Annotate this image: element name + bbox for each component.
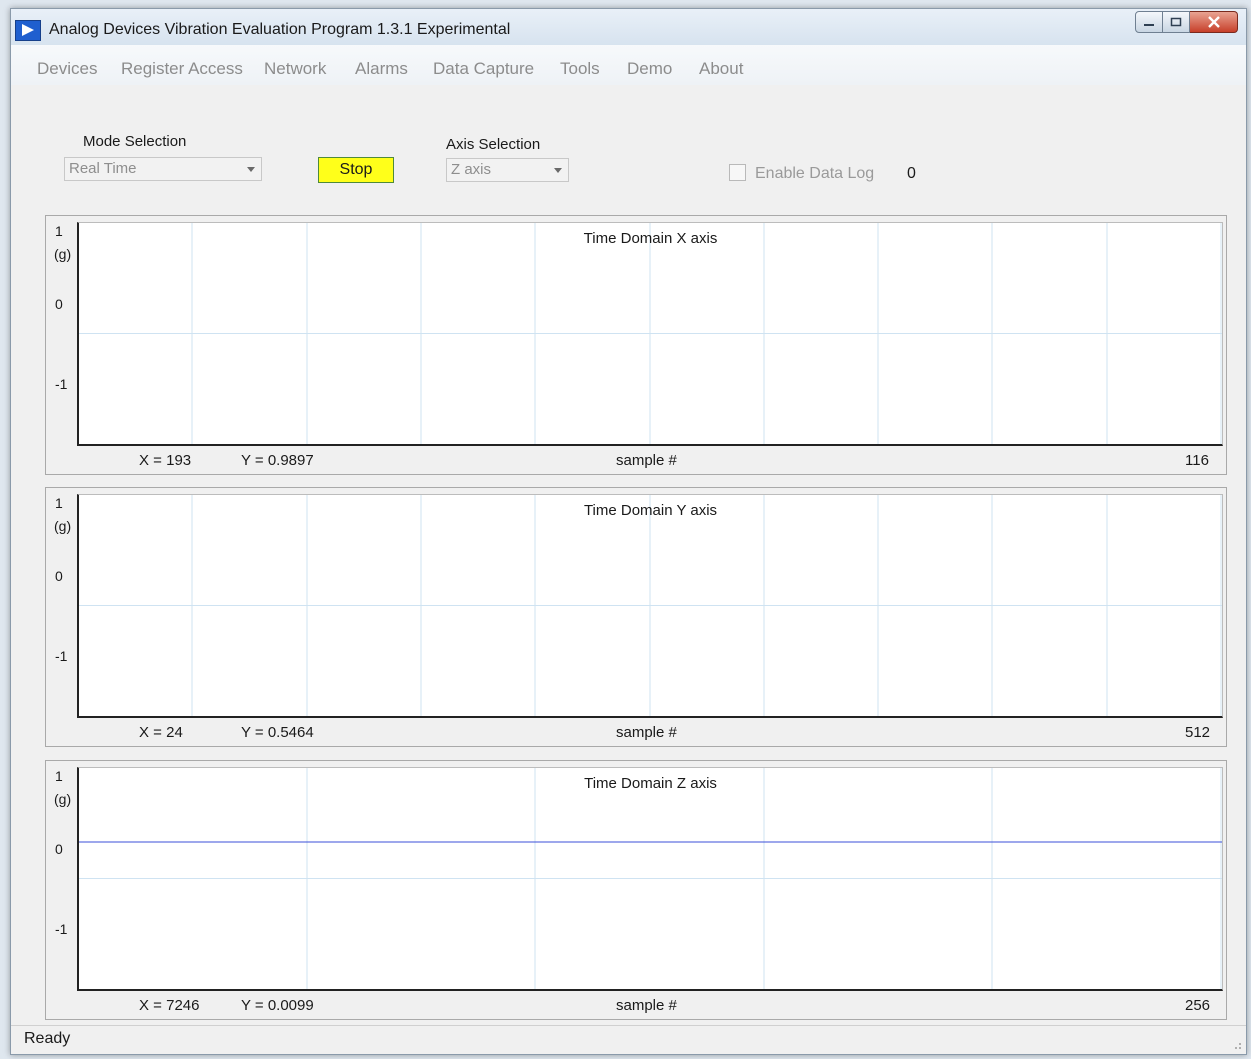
status-bar: Ready bbox=[11, 1025, 1246, 1054]
resize-grip-icon[interactable] bbox=[1232, 1040, 1242, 1050]
minimize-icon bbox=[1144, 24, 1154, 26]
y-tick-label: 1 bbox=[55, 223, 63, 239]
mode-select-value: Real Time bbox=[69, 160, 137, 177]
y-unit-label: (g) bbox=[54, 791, 72, 807]
plot-grid bbox=[79, 495, 1222, 716]
menu-alarms[interactable]: Alarms bbox=[355, 59, 408, 79]
axis-select-value: Z axis bbox=[451, 161, 492, 178]
y-unit-label: (g) bbox=[54, 246, 72, 262]
y-unit-label: (g) bbox=[54, 518, 72, 534]
window-title: Analog Devices Vibration Evaluation Prog… bbox=[49, 21, 511, 38]
menu-data-capture[interactable]: Data Capture bbox=[433, 59, 534, 79]
y-tick-label: 0 bbox=[55, 568, 63, 584]
y-tick-label: -1 bbox=[55, 376, 68, 392]
menu-about[interactable]: About bbox=[699, 59, 743, 79]
y-tick-label: 1 bbox=[55, 495, 63, 511]
y-tick-label: -1 bbox=[55, 921, 68, 937]
menu-tools[interactable]: Tools bbox=[560, 59, 600, 79]
plot-grid bbox=[79, 768, 1222, 989]
chevron-down-icon bbox=[554, 168, 562, 173]
y-readout: Y = 0.5464 bbox=[241, 724, 314, 741]
chart-title: Time Domain X axis bbox=[583, 230, 718, 247]
x-max-label: 512 bbox=[1185, 724, 1211, 741]
chart-panel-x: 1 (g) 0 -1 Time Domain X axis X = 193 Y … bbox=[45, 215, 1227, 475]
enable-data-log-label: Enable Data Log bbox=[755, 165, 875, 182]
app-window: Analog Devices Vibration Evaluation Prog… bbox=[10, 8, 1247, 1055]
data-log-count: 0 bbox=[907, 165, 916, 182]
x-readout: X = 7246 bbox=[139, 997, 200, 1014]
minimize-button[interactable] bbox=[1135, 11, 1163, 33]
stop-button[interactable]: Stop bbox=[318, 157, 394, 183]
window-controls bbox=[1135, 11, 1238, 33]
x-max-label: 256 bbox=[1185, 997, 1211, 1014]
plot-area[interactable]: Time Domain Y axis bbox=[77, 494, 1223, 718]
x-readout: X = 193 bbox=[139, 452, 192, 469]
chart-panel-z: 1 (g) 0 -1 Time Domain Z axis X = 7246 Y… bbox=[45, 760, 1227, 1020]
menu-network[interactable]: Network bbox=[264, 59, 326, 79]
x-readout: X = 24 bbox=[139, 724, 183, 741]
maximize-button[interactable] bbox=[1163, 11, 1190, 33]
x-axis-label: sample # bbox=[616, 452, 677, 469]
axis-selection-label: Axis Selection bbox=[446, 136, 541, 153]
title-bar[interactable]: Analog Devices Vibration Evaluation Prog… bbox=[11, 9, 1246, 45]
plot-area[interactable]: Time Domain X axis bbox=[77, 222, 1223, 446]
x-axis-label: sample # bbox=[616, 997, 677, 1014]
y-tick-label: 1 bbox=[55, 768, 63, 784]
chart-title: Time Domain Z axis bbox=[584, 775, 717, 792]
mode-select[interactable]: Real Time bbox=[64, 157, 262, 181]
y-tick-label: -1 bbox=[55, 648, 68, 664]
menu-devices[interactable]: Devices bbox=[37, 59, 97, 79]
main-panel: Mode Selection Real Time Stop Axis Selec… bbox=[11, 85, 1246, 1026]
menu-register-access[interactable]: Register Access bbox=[121, 59, 243, 79]
plot-grid bbox=[79, 223, 1222, 444]
close-icon bbox=[1207, 16, 1220, 28]
chevron-down-icon bbox=[247, 167, 255, 172]
x-axis-label: sample # bbox=[616, 724, 677, 741]
chart-title: Time Domain Y axis bbox=[583, 502, 718, 519]
axis-select[interactable]: Z axis bbox=[446, 158, 569, 182]
mode-selection-label: Mode Selection bbox=[83, 133, 187, 150]
status-text: Ready bbox=[24, 1030, 71, 1047]
y-tick-label: 0 bbox=[55, 296, 63, 312]
close-button[interactable] bbox=[1190, 11, 1238, 33]
enable-data-log-checkbox[interactable] bbox=[729, 164, 746, 181]
plot-area[interactable]: Time Domain Z axis bbox=[77, 767, 1223, 991]
y-tick-label: 0 bbox=[55, 841, 63, 857]
chart-panel-y: 1 (g) 0 -1 Time Domain Y axis X = 24 Y =… bbox=[45, 487, 1227, 747]
analog-devices-logo-icon bbox=[15, 20, 41, 41]
menu-demo[interactable]: Demo bbox=[627, 59, 672, 79]
y-readout: Y = 0.0099 bbox=[241, 997, 314, 1014]
y-readout: Y = 0.9897 bbox=[241, 452, 314, 469]
x-max-label: 116 bbox=[1185, 452, 1209, 469]
menu-bar: Devices Register Access Network Alarms D… bbox=[11, 45, 1246, 85]
maximize-icon bbox=[1170, 17, 1182, 27]
